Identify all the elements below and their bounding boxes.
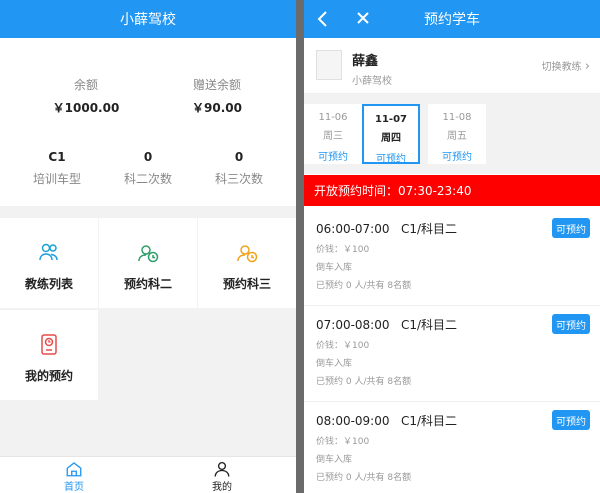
- time-slot: 07:00-08:00 C1/科目二 价钱：￥100 倒车入库 已预约 0 人/…: [304, 306, 600, 402]
- weekday-label: 周四: [381, 133, 401, 144]
- home-header: 小薛驾校: [0, 0, 296, 38]
- date-label: 11-06: [318, 112, 348, 123]
- book-button[interactable]: 可预约: [552, 218, 590, 238]
- chevron-right-icon: ›: [584, 59, 590, 74]
- open-time-banner: 开放预约时间：07:30-23:40: [304, 175, 600, 206]
- page-title: 预约学车: [424, 12, 480, 28]
- gift-balance-stat: 赠送余额 ￥90.00: [157, 76, 277, 116]
- coach-name: 薛鑫: [352, 54, 379, 69]
- home-icon: [66, 462, 82, 477]
- book-subject3-icon: [237, 245, 258, 263]
- coach-card[interactable]: 薛鑫 小薛驾校 切换教练 ›: [304, 38, 600, 94]
- menu-my-booking[interactable]: 我的预约: [0, 310, 98, 400]
- date-status: 可预约: [318, 152, 348, 163]
- page-title: 小薛驾校: [120, 12, 176, 28]
- slot-price: 价钱：￥100: [316, 437, 370, 447]
- slot-quota: 已预约 0 人/共有 8名额: [316, 377, 412, 387]
- nav-home[interactable]: 首页: [44, 460, 104, 493]
- subject3-count-value: 0: [234, 150, 244, 164]
- my-booking-icon: [41, 334, 57, 355]
- slot-time: 07:00-08:00 C1/科目二: [316, 318, 458, 332]
- date-label: 11-08: [442, 112, 472, 123]
- gift-balance-label: 赠送余额: [192, 78, 241, 92]
- date-status: 可预约: [376, 154, 406, 165]
- balance-value: ￥1000.00: [52, 101, 120, 115]
- bottom-nav: 首页 我的: [0, 456, 296, 493]
- coach-list-icon: [39, 243, 58, 261]
- slot-quota: 已预约 0 人/共有 8名额: [316, 281, 412, 291]
- menu-coach-list-label: 教练列表: [24, 277, 73, 291]
- menu-book-subject3-label: 预约科三: [222, 277, 271, 291]
- booking-screen: 预约学车 薛鑫 小薛驾校 切换教练 › 11-06 周三 可预约 11-07 周…: [304, 0, 600, 493]
- slot-type: 倒车入库: [316, 359, 353, 369]
- date-status: 可预约: [442, 152, 472, 163]
- subject3-count-stat: 0 科三次数: [179, 150, 296, 187]
- book-button[interactable]: 可预约: [552, 410, 590, 430]
- nav-mine[interactable]: 我的: [192, 460, 252, 493]
- date-item[interactable]: 11-08 周五 可预约: [428, 104, 486, 164]
- nav-mine-label: 我的: [212, 482, 232, 493]
- switch-coach-label: 切换教练: [541, 62, 582, 73]
- subject3-count-label: 科三次数: [214, 172, 263, 186]
- time-slot: 06:00-07:00 C1/科目二 价钱：￥100 倒车入库 已预约 0 人/…: [304, 210, 600, 306]
- balance-stat: 余额 ￥1000.00: [26, 76, 146, 116]
- date-item[interactable]: 11-06 周三 可预约: [304, 104, 362, 164]
- time-slot: 08:00-09:00 C1/科目二 价钱：￥100 倒车入库 已预约 0 人/…: [304, 402, 600, 493]
- coach-avatar: [316, 50, 342, 80]
- user-icon: [214, 461, 230, 477]
- close-icon[interactable]: [356, 11, 370, 25]
- menu-coach-list[interactable]: 教练列表: [0, 218, 98, 308]
- menu-book-subject3[interactable]: 预约科三: [198, 218, 296, 308]
- book-subject2-icon: [138, 245, 159, 263]
- menu-book-subject2-label: 预约科二: [123, 277, 172, 291]
- weekday-label: 周三: [323, 131, 343, 142]
- balance-label: 余额: [73, 78, 98, 92]
- slot-time: 06:00-07:00 C1/科目二: [316, 222, 458, 236]
- slot-type: 倒车入库: [316, 263, 353, 273]
- slot-type: 倒车入库: [316, 455, 353, 465]
- date-selector: 11-06 周三 可预约 11-07 周四 可预约 11-08 周五 可预约: [304, 94, 600, 174]
- menu-book-subject2[interactable]: 预约科二: [99, 218, 197, 308]
- book-button[interactable]: 可预约: [552, 314, 590, 334]
- date-label: 11-07: [375, 114, 407, 125]
- switch-coach-link[interactable]: 切换教练 ›: [542, 58, 590, 74]
- slot-time: 08:00-09:00 C1/科目二: [316, 414, 458, 428]
- home-screen: 小薛驾校 余额 ￥1000.00 赠送余额 ￥90.00 C1 培训车型 0 科…: [0, 0, 296, 493]
- slot-price: 价钱：￥100: [316, 341, 370, 351]
- nav-home-label: 首页: [64, 482, 84, 493]
- coach-school: 小薛驾校: [352, 76, 392, 87]
- date-item-selected[interactable]: 11-07 周四 可预约: [362, 104, 420, 165]
- account-summary: 余额 ￥1000.00 赠送余额 ￥90.00 C1 培训车型 0 科二次数 0…: [0, 38, 296, 206]
- back-arrow-icon[interactable]: [316, 10, 330, 28]
- gift-balance-value: ￥90.00: [192, 101, 242, 115]
- menu-my-booking-label: 我的预约: [24, 369, 73, 383]
- slot-quota: 已预约 0 人/共有 8名额: [316, 473, 412, 483]
- booking-header: 预约学车: [304, 0, 600, 38]
- weekday-label: 周五: [447, 131, 467, 142]
- slot-price: 价钱：￥100: [316, 245, 370, 255]
